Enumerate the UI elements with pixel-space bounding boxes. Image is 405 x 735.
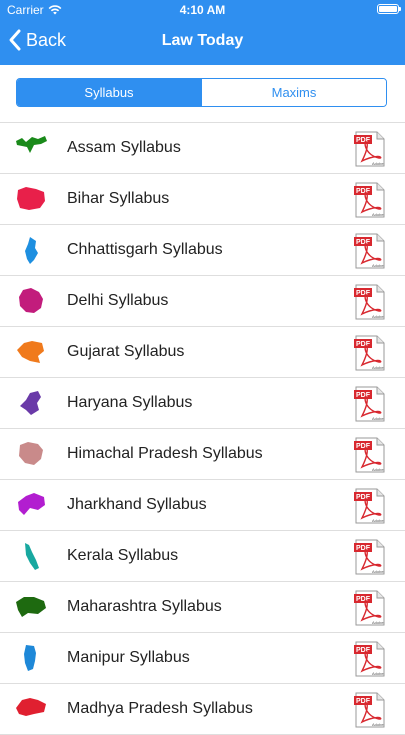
list-item-label: Bihar Syllabus (67, 190, 170, 207)
svg-text:Adobe: Adobe (372, 569, 384, 574)
pdf-icon[interactable]: PDF Adobe (354, 437, 386, 473)
svg-text:PDF: PDF (356, 392, 371, 399)
list-item-label: Madhya Pradesh Syllabus (67, 700, 253, 717)
list-item-label: Kerala Syllabus (67, 547, 179, 564)
himachal-pradesh-map-icon (19, 442, 43, 465)
kerala-map-icon (25, 543, 39, 570)
list-item[interactable]: Haryana Syllabus PDF Adobe (0, 378, 405, 429)
svg-text:PDF: PDF (356, 596, 371, 603)
pdf-icon[interactable]: PDF Adobe (354, 386, 386, 422)
svg-text:PDF: PDF (356, 137, 371, 144)
svg-text:Adobe: Adobe (372, 161, 384, 166)
status-bar: Carrier 4:10 AM (0, 0, 405, 20)
list-item[interactable]: Madhya Pradesh Syllabus PDF Adobe (0, 684, 405, 735)
list-item-label: Jharkhand Syllabus (67, 496, 207, 513)
pdf-icon[interactable]: PDF Adobe (354, 335, 386, 371)
pdf-icon[interactable]: PDF Adobe (354, 539, 386, 575)
list-item[interactable]: Maharashtra Syllabus PDF Adobe (0, 582, 405, 633)
list-item-label: Maharashtra Syllabus (67, 598, 222, 615)
svg-text:Adobe: Adobe (372, 671, 384, 676)
segment-maxims[interactable]: Maxims (201, 79, 386, 106)
svg-text:PDF: PDF (356, 698, 371, 705)
svg-text:PDF: PDF (356, 443, 371, 450)
svg-text:Adobe: Adobe (372, 365, 384, 370)
svg-text:PDF: PDF (356, 341, 371, 348)
delhi-map-icon (19, 288, 43, 313)
pdf-icon[interactable]: PDF Adobe (354, 692, 386, 728)
manipur-map-icon (24, 645, 36, 671)
list-item[interactable]: Kerala Syllabus PDF Adobe (0, 531, 405, 582)
svg-text:PDF: PDF (356, 239, 371, 246)
navigation-bar: Back Law Today (0, 20, 405, 65)
list-item[interactable]: Jharkhand Syllabus PDF Adobe (0, 480, 405, 531)
list-item-label: Delhi Syllabus (67, 292, 169, 309)
list-item-label: Himachal Pradesh Syllabus (67, 445, 263, 462)
list-item-label: Manipur Syllabus (67, 649, 190, 666)
svg-text:Adobe: Adobe (372, 620, 384, 625)
svg-text:Adobe: Adobe (372, 314, 384, 319)
segment-syllabus[interactable]: Syllabus (17, 79, 201, 106)
svg-text:Adobe: Adobe (372, 212, 384, 217)
list-item-label: Gujarat Syllabus (67, 343, 185, 360)
list-item-label: Assam Syllabus (67, 139, 181, 156)
list-item[interactable]: Himachal Pradesh Syllabus PDF Adobe (0, 429, 405, 480)
pdf-icon[interactable]: PDF Adobe (354, 590, 386, 626)
page-title: Law Today (161, 32, 244, 49)
svg-text:PDF: PDF (356, 647, 371, 654)
svg-text:Adobe: Adobe (372, 518, 384, 523)
bihar-map-icon (17, 187, 45, 210)
app-header: Carrier 4:10 AM Back Law Today (0, 0, 405, 65)
pdf-icon[interactable]: PDF Adobe (354, 233, 386, 269)
list-item[interactable]: Manipur Syllabus PDF Adobe (0, 633, 405, 684)
svg-text:Adobe: Adobe (372, 722, 384, 727)
maharashtra-map-icon (16, 597, 46, 617)
pdf-icon[interactable]: PDF Adobe (354, 641, 386, 677)
assam-map-icon (16, 136, 47, 153)
svg-text:Adobe: Adobe (372, 263, 384, 268)
list-item[interactable]: Chhattisgarh Syllabus PDF Adobe (0, 225, 405, 276)
svg-text:PDF: PDF (356, 545, 371, 552)
svg-text:PDF: PDF (356, 188, 371, 195)
syllabus-list: Assam Syllabus PDF Adobe Bihar Syllabus … (0, 122, 405, 735)
list-item[interactable]: Bihar Syllabus PDF Adobe (0, 174, 405, 225)
haryana-map-icon (20, 391, 41, 415)
svg-text:Adobe: Adobe (372, 467, 384, 472)
segmented-control: Syllabus Maxims (16, 78, 387, 107)
battery-icon (377, 4, 401, 14)
pdf-icon[interactable]: PDF Adobe (354, 182, 386, 218)
svg-text:PDF: PDF (356, 290, 371, 297)
chhattisgarh-map-icon (25, 237, 38, 264)
jharkhand-map-icon (18, 493, 45, 515)
gujarat-map-icon (17, 341, 44, 363)
list-item[interactable]: Delhi Syllabus PDF Adobe (0, 276, 405, 327)
list-item-label: Chhattisgarh Syllabus (67, 241, 223, 258)
svg-text:PDF: PDF (356, 494, 371, 501)
pdf-icon[interactable]: PDF Adobe (354, 284, 386, 320)
pdf-icon[interactable]: PDF Adobe (354, 488, 386, 524)
list-item[interactable]: Gujarat Syllabus PDF Adobe (0, 327, 405, 378)
status-time: 4:10 AM (179, 3, 226, 17)
svg-text:Adobe: Adobe (372, 416, 384, 421)
list-item[interactable]: Assam Syllabus PDF Adobe (0, 123, 405, 174)
pdf-icon[interactable]: PDF Adobe (354, 131, 386, 167)
list-item-label: Haryana Syllabus (67, 394, 193, 411)
